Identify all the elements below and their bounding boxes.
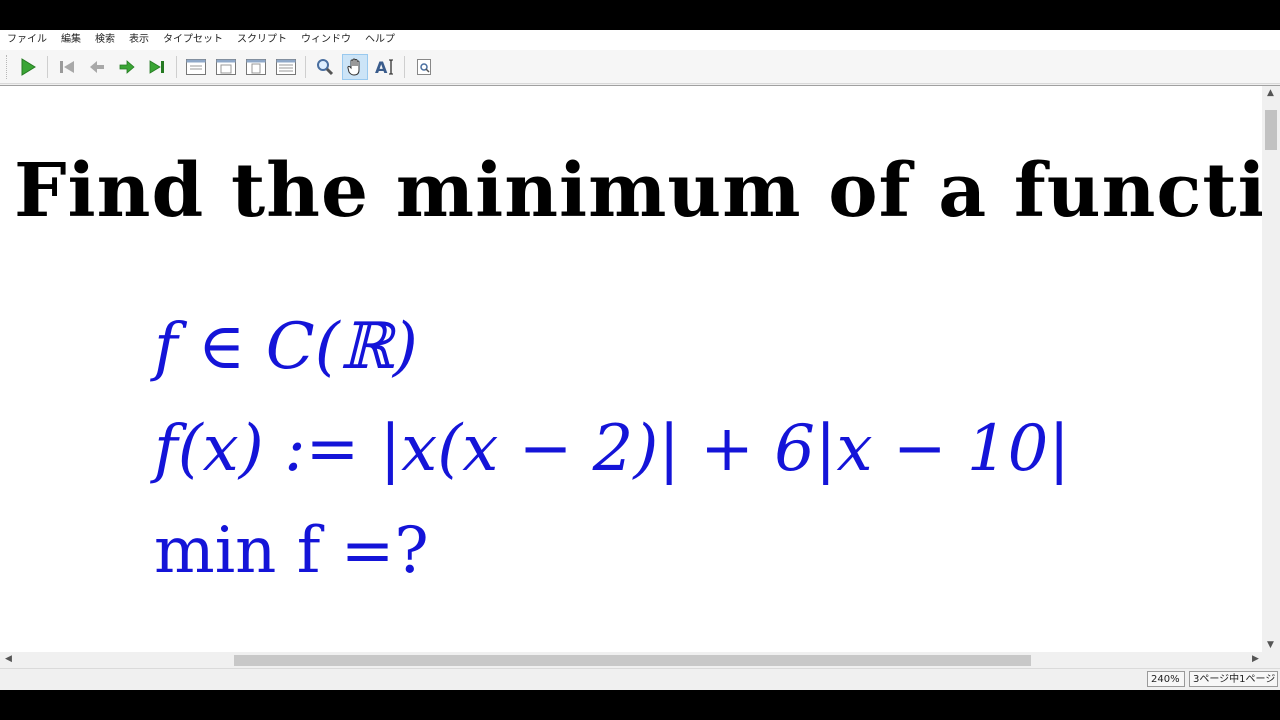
view-single-page-button[interactable] bbox=[183, 54, 209, 80]
view-fit-width-button[interactable] bbox=[243, 54, 269, 80]
svg-text:A: A bbox=[375, 58, 388, 77]
status-bar: 240% 3ページ中1ページ bbox=[0, 668, 1280, 690]
menu-view[interactable]: 表示 bbox=[122, 30, 156, 50]
toolbar-grip[interactable] bbox=[6, 54, 9, 79]
toolbar: A bbox=[0, 50, 1280, 84]
menu-window[interactable]: ウィンドウ bbox=[294, 30, 358, 50]
typeset-button[interactable] bbox=[15, 54, 41, 80]
menu-bar: ファイル 編集 検索 表示 タイプセット スクリプト ウィンドウ ヘルプ bbox=[0, 30, 1280, 50]
vertical-scroll-thumb[interactable] bbox=[1265, 110, 1277, 150]
first-page-icon bbox=[60, 60, 74, 73]
toolbar-separator bbox=[404, 55, 405, 78]
hand-tool-button[interactable] bbox=[342, 53, 368, 80]
menu-typeset[interactable]: タイプセット bbox=[156, 30, 230, 50]
find-icon bbox=[417, 58, 431, 75]
horizontal-scroll-thumb[interactable] bbox=[234, 655, 1031, 666]
menu-script[interactable]: スクリプト bbox=[230, 30, 294, 50]
view-fit-width-icon bbox=[246, 58, 266, 75]
toolbar-separator bbox=[176, 55, 177, 78]
toolbar-separator bbox=[47, 55, 48, 78]
page-title: Find the minimum of a function bbox=[14, 148, 1262, 234]
horizontal-scrollbar[interactable]: ◀ ▶ bbox=[0, 652, 1280, 668]
scroll-right-icon[interactable]: ▶ bbox=[1252, 654, 1259, 664]
math-line-1: f ∈ C(ℝ) bbox=[154, 310, 418, 384]
typeset-icon bbox=[21, 57, 36, 76]
menu-file[interactable]: ファイル bbox=[0, 30, 54, 50]
vertical-scrollbar[interactable]: ▲ ▼ bbox=[1262, 86, 1280, 652]
last-page-icon bbox=[149, 59, 164, 74]
view-continuous-icon bbox=[216, 58, 236, 75]
pdf-page[interactable]: Find the minimum of a function f ∈ C(ℝ) … bbox=[0, 86, 1262, 652]
zoom-level[interactable]: 240% bbox=[1147, 671, 1185, 687]
view-facing-button[interactable] bbox=[273, 54, 299, 80]
scroll-down-icon[interactable]: ▼ bbox=[1267, 640, 1274, 650]
view-single-page-icon bbox=[186, 58, 206, 75]
toolbar-separator bbox=[305, 55, 306, 78]
menu-help[interactable]: ヘルプ bbox=[358, 30, 402, 50]
menu-search[interactable]: 検索 bbox=[88, 30, 122, 50]
last-page-button[interactable] bbox=[144, 54, 170, 80]
view-continuous-button[interactable] bbox=[213, 54, 239, 80]
document-viewer[interactable]: Find the minimum of a function f ∈ C(ℝ) … bbox=[0, 85, 1280, 652]
next-page-button[interactable] bbox=[114, 54, 140, 80]
hand-tool-icon bbox=[347, 58, 360, 76]
view-facing-icon bbox=[276, 58, 296, 75]
previous-page-button[interactable] bbox=[84, 54, 110, 80]
find-button[interactable] bbox=[411, 54, 437, 80]
math-line-2: f(x) := |x(x − 2)| + 6|x − 10| bbox=[154, 412, 1070, 486]
scroll-up-icon[interactable]: ▲ bbox=[1267, 88, 1274, 98]
scroll-left-icon[interactable]: ◀ bbox=[5, 654, 12, 664]
math-line-3: min f =? bbox=[154, 514, 429, 588]
text-select-icon: A bbox=[375, 58, 393, 77]
magnifier-button[interactable] bbox=[312, 54, 338, 80]
menu-edit[interactable]: 編集 bbox=[54, 30, 88, 50]
page-indicator: 3ページ中1ページ bbox=[1189, 671, 1278, 687]
magnifier-icon bbox=[317, 58, 334, 75]
next-page-icon bbox=[119, 59, 135, 74]
previous-page-icon bbox=[90, 60, 104, 73]
text-select-button[interactable]: A bbox=[372, 54, 398, 80]
app-window: ファイル 編集 検索 表示 タイプセット スクリプト ウィンドウ ヘルプ A F… bbox=[0, 30, 1280, 690]
first-page-button[interactable] bbox=[54, 54, 80, 80]
